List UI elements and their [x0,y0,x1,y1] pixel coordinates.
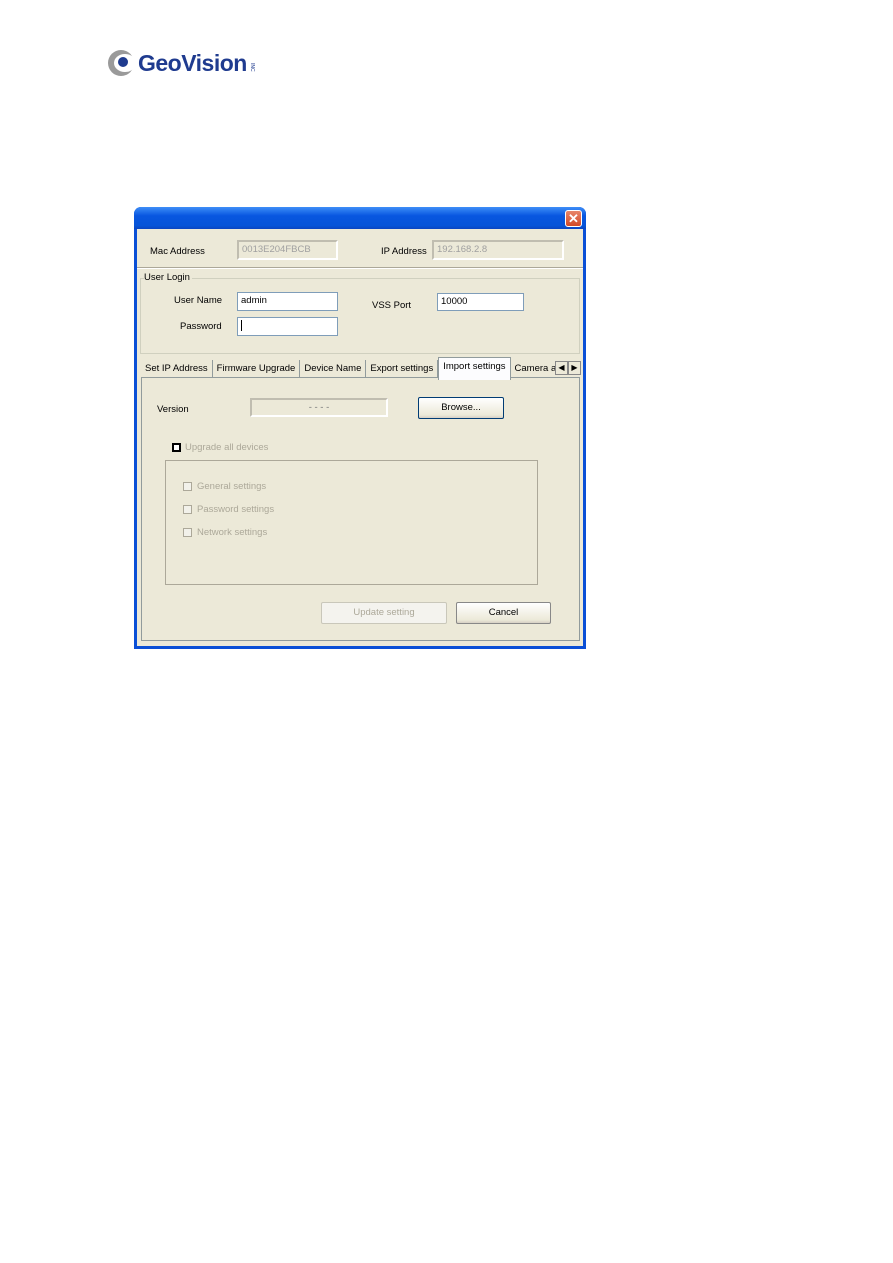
network-settings-label: Network settings [197,527,268,538]
general-settings-checkbox[interactable] [183,482,192,491]
password-input[interactable] [237,317,338,336]
tab-import-settings[interactable]: Import settings [438,357,511,380]
mac-address-field: 0013E204FBCB [237,240,338,260]
import-settings-panel: Version - - - - Browse... Upgrade all de… [141,377,580,641]
close-button[interactable]: ✕ [565,210,582,227]
mac-address-label: Mac Address [150,246,205,257]
general-settings-label: General settings [197,481,267,492]
version-field: - - - - [250,398,388,417]
upgrade-all-devices-label: Upgrade all devices [185,442,269,453]
ip-address-field: 192.168.2.8 [432,240,564,260]
upgrade-all-devices-checkbox[interactable] [172,443,181,452]
title-bar[interactable]: ✕ [134,207,586,229]
divider [137,267,583,269]
close-icon: ✕ [568,211,579,226]
username-label: User Name [174,295,223,306]
vss-port-input[interactable]: 10000 [437,293,524,311]
logo-sub: INC [248,62,255,72]
tab-scroll-left-button[interactable]: ◀ [555,361,568,375]
arrow-right-icon: ▶ [571,363,578,372]
text-cursor [241,320,242,331]
update-setting-button[interactable]: Update setting [321,602,447,624]
geovision-logo: GeoVision INC [108,46,255,80]
network-settings-checkbox[interactable] [183,528,192,537]
vss-port-label: VSS Port [372,300,412,311]
ip-address-label: IP Address [381,246,427,257]
password-label: Password [180,321,222,332]
password-settings-label: Password settings [197,504,275,515]
browse-button[interactable]: Browse... [418,397,504,419]
user-login-group [140,278,580,354]
password-settings-checkbox[interactable] [183,505,192,514]
dialog-client: Mac Address 0013E204FBCB IP Address 192.… [137,229,583,646]
cancel-button[interactable]: Cancel [456,602,551,624]
settings-options-group [165,460,538,585]
version-label: Version [157,404,189,415]
username-input[interactable]: admin [237,292,338,311]
dialog-window: ✕ Mac Address 0013E204FBCB IP Address 19… [134,207,586,649]
user-login-label: User Login [144,272,192,283]
tab-scroll-right-button[interactable]: ▶ [568,361,581,375]
arrow-left-icon: ◀ [558,363,565,372]
logo-brand: GeoVision [138,49,247,76]
geovision-logo-icon [108,50,136,76]
